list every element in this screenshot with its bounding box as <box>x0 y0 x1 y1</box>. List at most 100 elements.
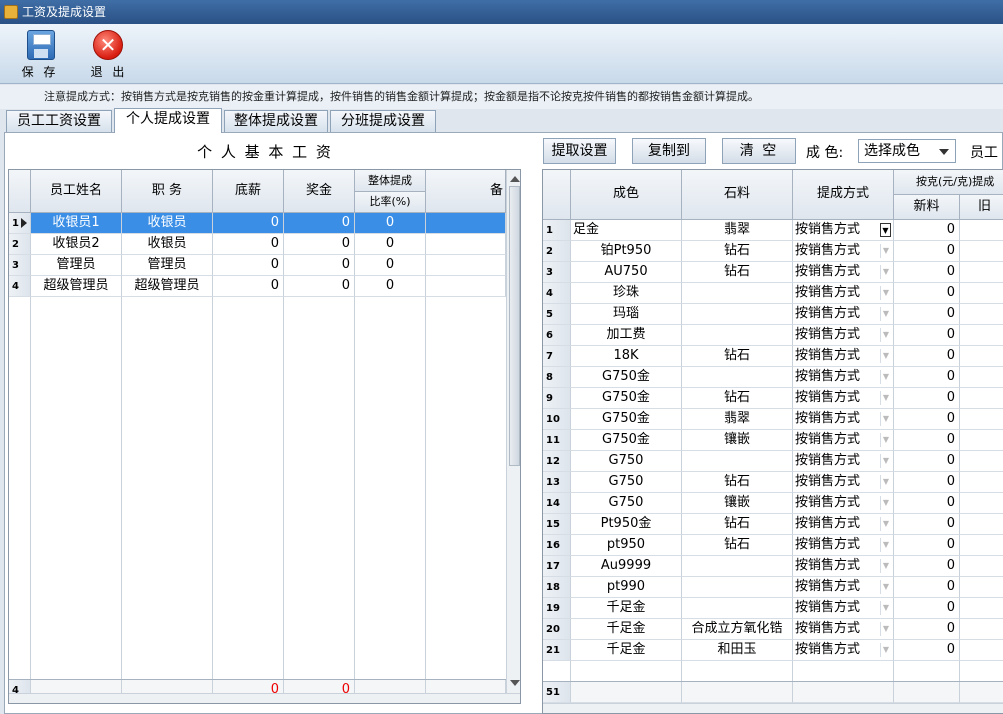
save-button[interactable]: 保 存 <box>17 28 63 82</box>
cell-method[interactable]: 按销售方式 ▼ <box>793 556 894 577</box>
table-row[interactable]: 3 管理员 管理员 0 0 0 <box>9 255 506 276</box>
dropdown-arrow-icon[interactable]: ▼ <box>880 370 891 384</box>
header-ratio-percent[interactable]: 比率(%) <box>355 192 426 213</box>
cell-val[interactable]: 0 <box>894 346 960 367</box>
cell-stone[interactable]: 钻石 <box>682 241 793 262</box>
cell-method[interactable]: 按销售方式 ▼ <box>793 430 894 451</box>
tab-staff-salary[interactable]: 员工工资设置 <box>6 110 112 132</box>
cell-method[interactable]: 按销售方式 ▼ <box>793 283 894 304</box>
salary-grid[interactable]: 员工姓名 职 务 底薪 奖金 整体提成 比率(%) 备 1 收银员1 收银员 0 0 0 2… <box>8 169 521 704</box>
table-row[interactable]: 9 G750金 钻石 按销售方式 ▼ 0 <box>543 388 1003 409</box>
cell-old[interactable] <box>960 346 1003 367</box>
cell-bonus[interactable]: 0 <box>284 276 355 297</box>
cell-old[interactable] <box>960 472 1003 493</box>
cell-color[interactable]: 18K <box>571 346 682 367</box>
table-row[interactable]: 4 珍珠 按销售方式 ▼ 0 <box>543 283 1003 304</box>
cell-color[interactable]: G750金 <box>571 367 682 388</box>
cell-val[interactable]: 0 <box>894 325 960 346</box>
cell-method[interactable]: 按销售方式 ▼ <box>793 535 894 556</box>
cell-val[interactable]: 0 <box>894 472 960 493</box>
dropdown-arrow-icon[interactable]: ▼ <box>880 328 891 342</box>
dropdown-arrow-icon[interactable]: ▼ <box>880 265 891 279</box>
table-row[interactable]: 18 pt990 按销售方式 ▼ 0 <box>543 577 1003 598</box>
cell-color[interactable]: 足金 <box>571 220 682 241</box>
dropdown-arrow-icon[interactable]: ▼ <box>880 244 891 258</box>
table-row[interactable]: 19 千足金 按销售方式 ▼ 0 <box>543 598 1003 619</box>
cell-ratio[interactable]: 0 <box>355 255 426 276</box>
dropdown-arrow-icon[interactable]: ▼ <box>880 643 891 657</box>
table-row[interactable]: 11 G750金 镶嵌 按销售方式 ▼ 0 <box>543 430 1003 451</box>
cell-stone[interactable]: 镶嵌 <box>682 493 793 514</box>
cell-method[interactable]: 按销售方式 ▼ <box>793 514 894 535</box>
cell-name[interactable]: 收银员2 <box>31 234 122 255</box>
cell-old[interactable] <box>960 241 1003 262</box>
cell-method[interactable]: 按销售方式 ▼ <box>793 472 894 493</box>
cell-old[interactable] <box>960 409 1003 430</box>
cell-method[interactable]: 按销售方式 ▼ <box>793 220 894 241</box>
cell-bonus[interactable]: 0 <box>284 234 355 255</box>
cell-stone[interactable] <box>682 598 793 619</box>
table-row[interactable]: 3 AU750 钻石 按销售方式 ▼ 0 <box>543 262 1003 283</box>
cell-old[interactable] <box>960 325 1003 346</box>
cell-method[interactable]: 按销售方式 ▼ <box>793 451 894 472</box>
cell-color[interactable]: G750金 <box>571 430 682 451</box>
cell-remark[interactable] <box>426 234 506 255</box>
table-row[interactable]: 14 G750 镶嵌 按销售方式 ▼ 0 <box>543 493 1003 514</box>
cell-method[interactable]: 按销售方式 ▼ <box>793 493 894 514</box>
cell-color[interactable]: 千足金 <box>571 640 682 661</box>
dropdown-arrow-icon[interactable]: ▼ <box>880 391 891 405</box>
cell-color[interactable]: 珍珠 <box>571 283 682 304</box>
cell-remark[interactable] <box>426 255 506 276</box>
cell-val[interactable]: 0 <box>894 262 960 283</box>
commission-grid-hscroll[interactable] <box>543 703 1003 713</box>
header-role[interactable]: 职 务 <box>122 170 213 213</box>
cell-val[interactable]: 0 <box>894 577 960 598</box>
cell-base[interactable]: 0 <box>213 276 284 297</box>
cell-stone[interactable]: 钻石 <box>682 346 793 367</box>
cell-stone[interactable]: 钻石 <box>682 388 793 409</box>
cell-old[interactable] <box>960 556 1003 577</box>
cell-color[interactable]: pt950 <box>571 535 682 556</box>
cell-base[interactable]: 0 <box>213 234 284 255</box>
header-old-material[interactable]: 旧 <box>960 195 1003 220</box>
dropdown-arrow-icon[interactable]: ▼ <box>880 538 891 552</box>
cell-method[interactable]: 按销售方式 ▼ <box>793 241 894 262</box>
table-row[interactable]: 2 收银员2 收银员 0 0 0 <box>9 234 506 255</box>
header-employee-name[interactable]: 员工姓名 <box>31 170 122 213</box>
dropdown-arrow-icon[interactable]: ▼ <box>880 349 891 363</box>
cell-stone[interactable]: 翡翠 <box>682 220 793 241</box>
cell-old[interactable] <box>960 514 1003 535</box>
scroll-down-icon[interactable] <box>510 680 520 686</box>
dropdown-arrow-icon[interactable]: ▼ <box>880 559 891 573</box>
cell-color[interactable]: G750金 <box>571 409 682 430</box>
cell-val[interactable]: 0 <box>894 451 960 472</box>
cell-color[interactable]: AU750 <box>571 262 682 283</box>
table-row[interactable]: 1 足金 翡翠 按销售方式 ▼ 0 <box>543 220 1003 241</box>
cell-val[interactable]: 0 <box>894 283 960 304</box>
cell-bonus[interactable]: 0 <box>284 213 355 234</box>
table-row[interactable]: 5 玛瑙 按销售方式 ▼ 0 <box>543 304 1003 325</box>
cell-old[interactable] <box>960 640 1003 661</box>
cell-name[interactable]: 超级管理员 <box>31 276 122 297</box>
table-row[interactable]: 2 铂Pt950 钻石 按销售方式 ▼ 0 <box>543 241 1003 262</box>
cell-old[interactable] <box>960 451 1003 472</box>
cell-stone[interactable]: 钻石 <box>682 535 793 556</box>
cell-stone[interactable] <box>682 367 793 388</box>
cell-method[interactable]: 按销售方式 ▼ <box>793 598 894 619</box>
cell-old[interactable] <box>960 535 1003 556</box>
cell-name[interactable]: 管理员 <box>31 255 122 276</box>
salary-grid-vscroll[interactable] <box>506 170 520 693</box>
scroll-up-icon[interactable] <box>510 176 520 182</box>
cell-ratio[interactable]: 0 <box>355 276 426 297</box>
table-row[interactable]: 10 G750金 翡翠 按销售方式 ▼ 0 <box>543 409 1003 430</box>
cell-stone[interactable]: 钻石 <box>682 262 793 283</box>
cell-color[interactable]: Au9999 <box>571 556 682 577</box>
cell-method[interactable]: 按销售方式 ▼ <box>793 304 894 325</box>
cell-stone[interactable]: 镶嵌 <box>682 430 793 451</box>
cell-old[interactable] <box>960 430 1003 451</box>
cell-role[interactable]: 超级管理员 <box>122 276 213 297</box>
cell-old[interactable] <box>960 619 1003 640</box>
cell-val[interactable]: 0 <box>894 367 960 388</box>
cell-method[interactable]: 按销售方式 ▼ <box>793 409 894 430</box>
dropdown-arrow-icon[interactable]: ▼ <box>880 475 891 489</box>
